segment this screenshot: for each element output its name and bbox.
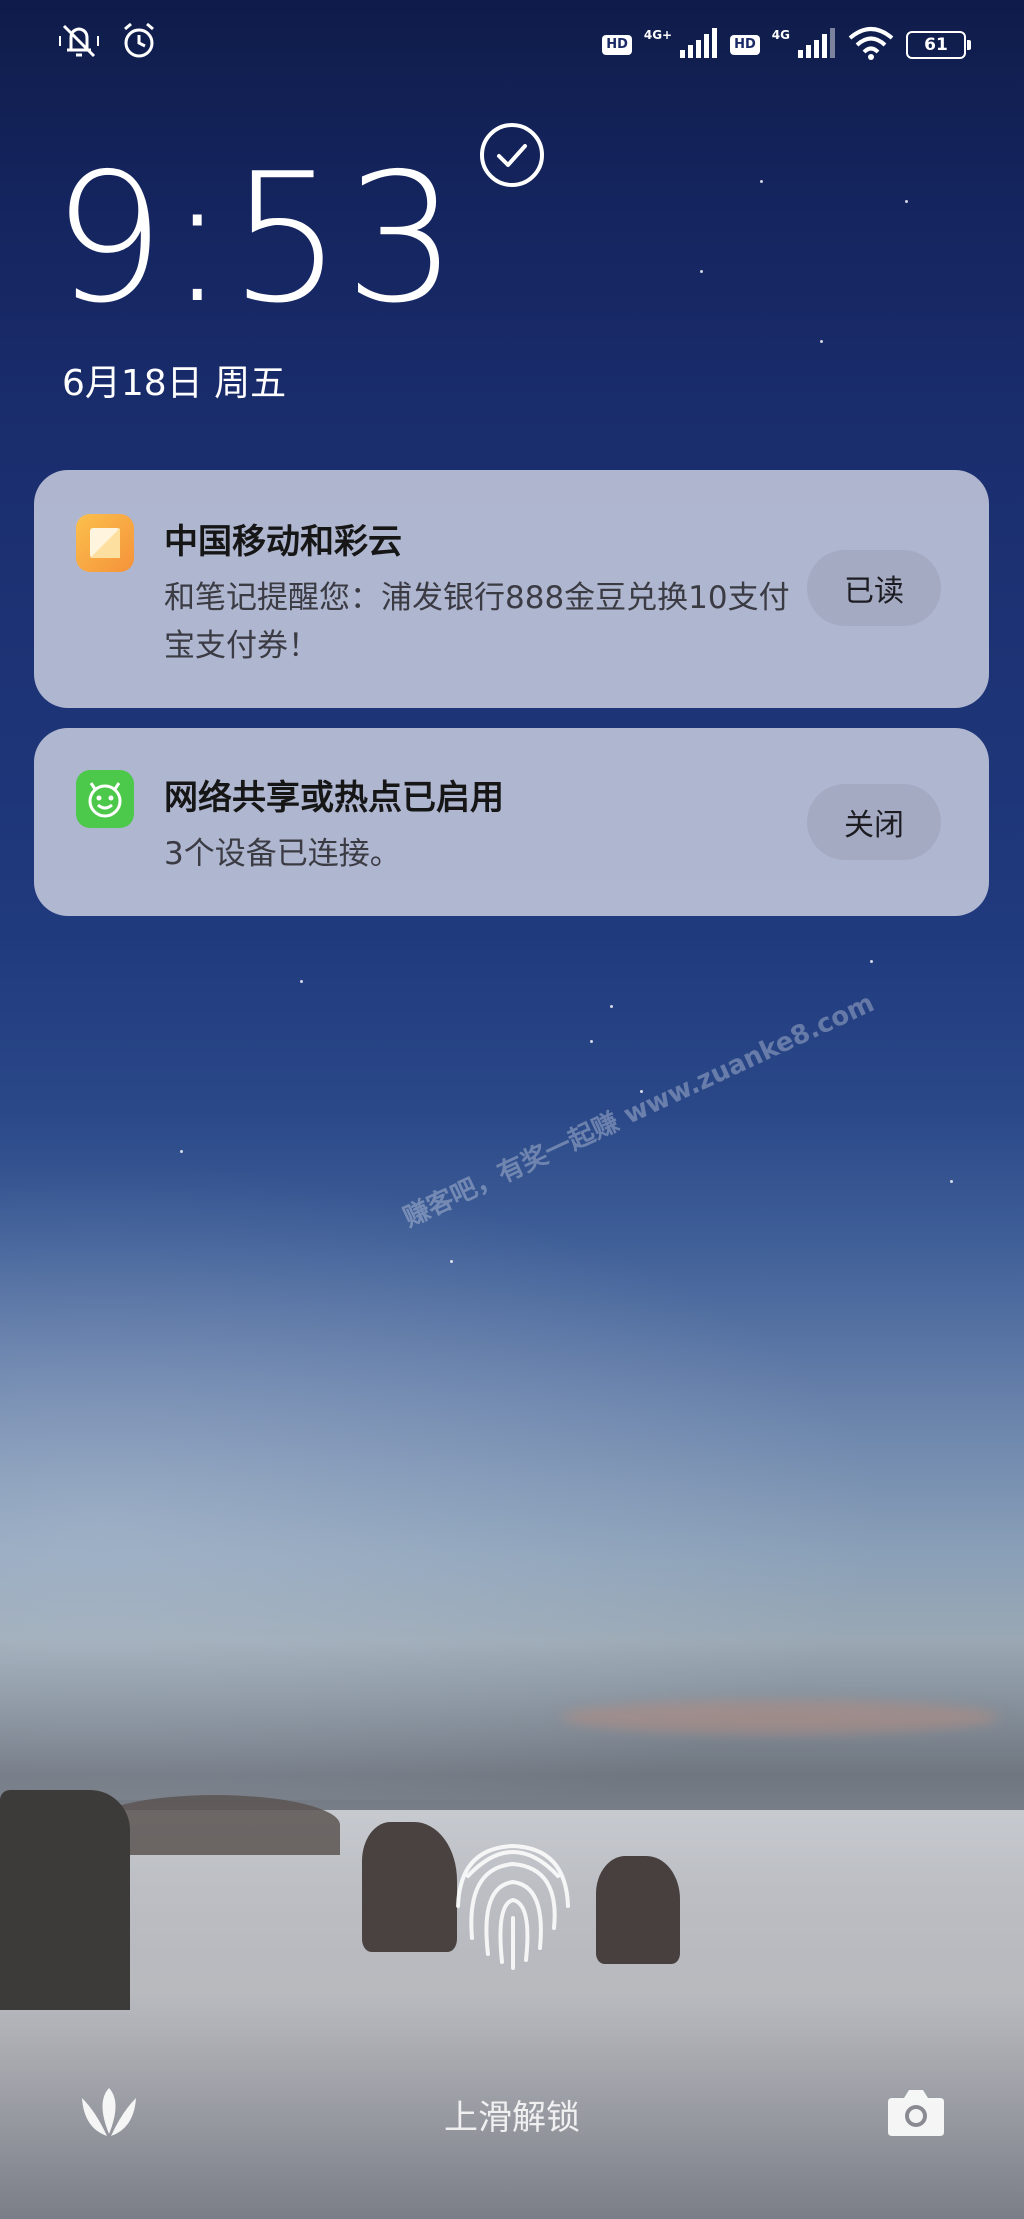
notification-title: 中国移动和彩云 xyxy=(164,522,402,562)
signal-strength-icon xyxy=(678,28,718,62)
mute-vibrate-icon xyxy=(58,22,100,64)
notification-card[interactable]: 中国移动和彩云 和笔记提醒您：浦发银行888金豆兑换10支付宝支付券！ 已读 xyxy=(34,470,989,708)
network-type-label: 4G+ xyxy=(643,28,673,42)
camera-icon[interactable] xyxy=(886,2086,946,2142)
hd-volte-badge: HD xyxy=(602,35,632,55)
hotspot-app-icon xyxy=(76,770,134,828)
notification-card[interactable]: 网络共享或热点已启用 3个设备已连接。 关闭 xyxy=(34,728,989,916)
wallpaper-left-cliff xyxy=(0,1790,130,2010)
wallpaper-haze xyxy=(0,1100,1024,1800)
lock-screen-clock: 9:53 xyxy=(52,135,460,342)
wallpaper-rock-stack xyxy=(596,1856,680,1964)
alarm-clock-icon xyxy=(120,22,158,64)
close-hotspot-button[interactable]: 关闭 xyxy=(807,784,941,860)
network-type-label: 4G xyxy=(771,28,790,42)
mark-read-button[interactable]: 已读 xyxy=(807,550,941,626)
swipe-up-unlock-hint: 上滑解锁 xyxy=(444,2098,580,2138)
notification-body: 和笔记提醒您：浦发银行888金豆兑换10支付宝支付券！ xyxy=(164,580,790,664)
battery-indicator: 61 xyxy=(906,31,971,59)
signal-strength-icon xyxy=(796,28,836,62)
wallpaper-cloud xyxy=(560,1700,1000,1734)
hd-volte-badge: HD xyxy=(730,35,760,55)
notification-title: 网络共享或热点已启用 xyxy=(164,778,504,818)
lock-screen-date: 6月18日 周五 xyxy=(62,363,287,404)
unlocked-check-icon xyxy=(479,122,545,192)
notes-app-icon xyxy=(76,514,134,572)
notification-body: 3个设备已连接。 xyxy=(164,836,401,872)
wifi-icon xyxy=(848,26,894,64)
lock-screen: HD 4G+ HD 4G 61 9:53 6月18日 周五 中国移动和彩云 和笔… xyxy=(0,0,1024,2219)
fingerprint-icon[interactable] xyxy=(440,1828,586,1978)
status-bar: HD 4G+ HD 4G 61 xyxy=(0,0,1024,90)
